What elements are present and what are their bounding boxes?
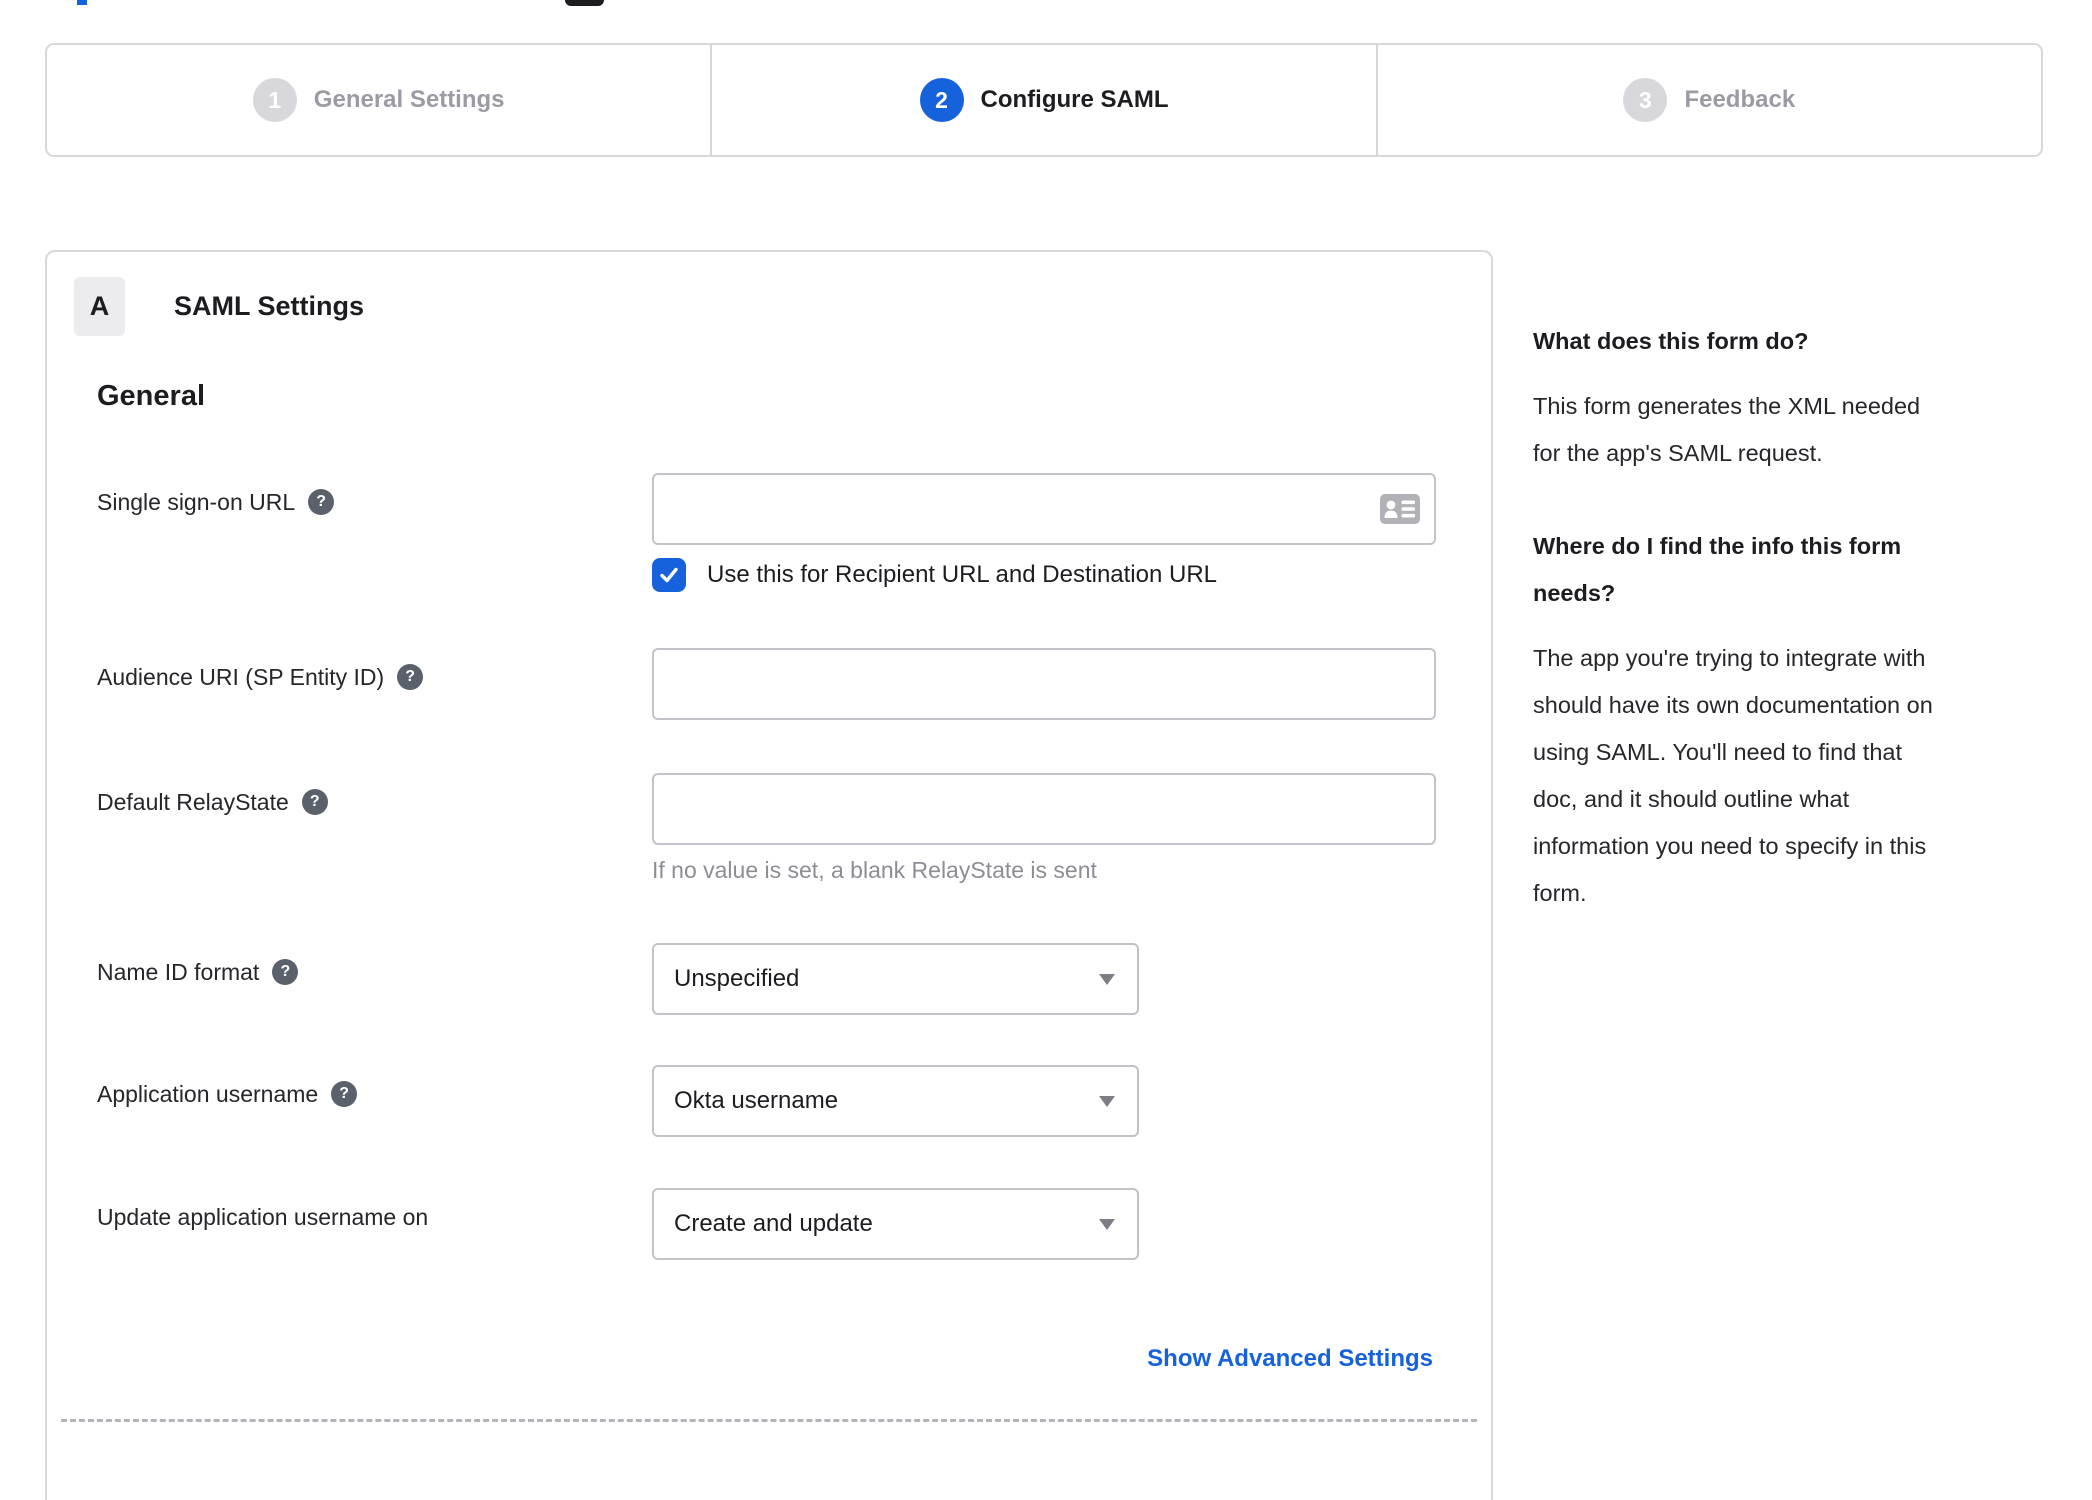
panel-header: A SAML Settings [74,277,1491,336]
relay-state-row: Default RelayState ? If no value is set,… [97,773,1491,884]
wizard-stepper: 1 General Settings 2 Configure SAML 3 Fe… [45,43,2043,157]
help-sidebar: What does this form do? This form genera… [1533,318,2049,917]
audience-uri-row: Audience URI (SP Entity ID) ? [97,648,1491,720]
help-question-2: Where do I find the info this form needs… [1533,533,1902,606]
help-question-1: What does this form do? [1533,328,1809,354]
contact-card-icon[interactable] [1380,494,1420,524]
update-app-username-value: Create and update [674,1210,873,1237]
cutoff-header-blue-fragment [77,0,87,5]
recipient-url-checkbox-label: Use this for Recipient URL and Destinati… [707,561,1218,588]
show-advanced-settings-link[interactable]: Show Advanced Settings [1147,1345,1433,1372]
panel-title: SAML Settings [174,291,365,321]
step-label: Feedback [1684,86,1796,113]
step-label: General Settings [313,86,505,113]
update-app-username-select[interactable]: Create and update [652,1188,1139,1260]
name-id-format-select[interactable]: Unspecified [652,943,1139,1015]
app-username-row: Application username ? Okta username [97,1065,1491,1137]
app-username-value: Okta username [674,1087,839,1114]
stepper-step-general-settings[interactable]: 1 General Settings [47,45,710,155]
audience-uri-input[interactable] [652,648,1436,720]
step-number-badge: 3 [1623,78,1668,122]
help-icon[interactable]: ? [272,959,299,985]
general-section-heading: General [97,380,205,412]
update-app-username-row: Update application username on Create an… [97,1188,1491,1260]
stepper-step-configure-saml[interactable]: 2 Configure SAML [710,45,1375,155]
name-id-format-label: Name ID format [97,959,260,985]
advanced-settings-row: Show Advanced Settings [47,1345,1491,1373]
app-username-select[interactable]: Okta username [652,1065,1139,1137]
step-number-badge: 2 [919,78,964,122]
help-answer-1: This form generates the XML needed for t… [1533,393,1921,466]
recipient-url-checkbox-row: Use this for Recipient URL and Destinati… [652,558,1491,592]
step-label: Configure SAML [980,86,1169,113]
sso-url-input[interactable] [652,473,1436,545]
section-a-badge: A [74,277,125,336]
help-icon[interactable]: ? [308,489,335,515]
sso-url-label: Single sign-on URL [97,489,296,515]
section-dashed-divider [61,1419,1477,1422]
relay-state-hint: If no value is set, a blank RelayState i… [652,857,1097,883]
update-app-username-label: Update application username on [97,1204,429,1230]
relay-state-input[interactable] [652,773,1436,845]
cutoff-header-dark-fragment [565,0,604,6]
name-id-format-row: Name ID format ? Unspecified [97,943,1491,1015]
step-number-badge: 1 [252,78,297,122]
sso-url-row: Single sign-on URL ? Use this for Recipi… [97,473,1491,592]
audience-uri-label: Audience URI (SP Entity ID) [97,664,385,690]
chevron-down-icon [1099,1218,1115,1230]
app-username-label: Application username [97,1081,319,1107]
saml-settings-panel: A SAML Settings General Single sign-on U… [45,250,1493,1500]
recipient-url-checkbox[interactable] [652,558,686,592]
saml-form: Single sign-on URL ? Use this for Recipi… [47,473,1491,1422]
name-id-format-value: Unspecified [674,965,800,992]
relay-state-label: Default RelayState [97,789,289,815]
help-answer-2: The app you're trying to integrate with … [1533,645,1933,906]
chevron-down-icon [1099,1095,1115,1107]
help-icon[interactable]: ? [331,1081,358,1107]
chevron-down-icon [1099,973,1115,985]
help-icon[interactable]: ? [397,664,424,690]
help-icon[interactable]: ? [301,789,328,815]
stepper-step-feedback[interactable]: 3 Feedback [1375,45,2041,155]
